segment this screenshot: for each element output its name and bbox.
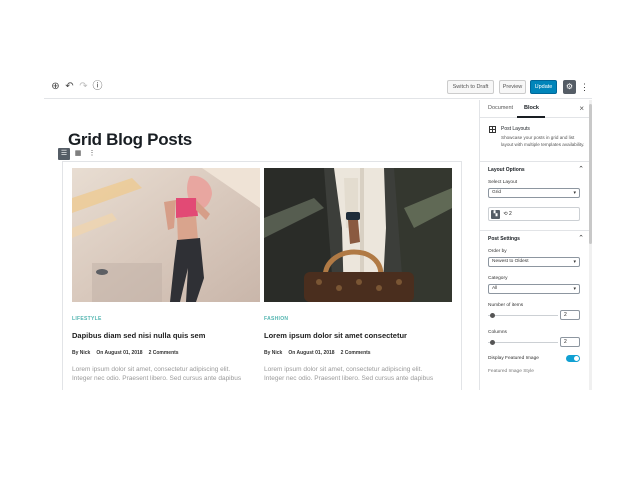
chevron-down-icon: ▾ xyxy=(573,286,576,292)
chevron-up-icon[interactable]: ⌃ xyxy=(578,165,584,173)
select-layout-dropdown[interactable]: Grid ▾ xyxy=(488,188,580,198)
order-by-label: Order by xyxy=(488,249,507,254)
display-featured-image-toggle[interactable] xyxy=(566,355,580,362)
undo-icon[interactable]: ↶ xyxy=(64,81,75,92)
grid-view-icon[interactable]: ▦ xyxy=(72,148,84,160)
tab-document[interactable]: Document xyxy=(488,105,513,111)
vertical-ellipsis-icon[interactable]: ⋮ xyxy=(580,80,589,94)
layout-options-header[interactable]: Layout Options ⌃ xyxy=(480,162,592,178)
preview-button[interactable]: Preview xyxy=(499,80,526,94)
plus-circle-icon[interactable]: ⊕ xyxy=(50,81,61,92)
columns-label: Columns xyxy=(488,330,507,335)
redo-icon[interactable]: ↷ xyxy=(78,81,89,92)
post-author[interactable]: By Nick xyxy=(264,350,282,356)
post-excerpt-line: Lorem ipsum dolor sit amet, consectetur … xyxy=(264,366,423,373)
list-view-icon[interactable]: ☰ xyxy=(58,148,70,160)
settings-sidebar: Document Block × Post Layouts Showcase y… xyxy=(479,100,592,390)
slider-handle[interactable] xyxy=(490,313,495,318)
sidebar-tabs: Document Block × xyxy=(480,100,592,118)
fashion-handbag-image xyxy=(264,168,452,302)
block-description: Showcase your posts in grid and list lay… xyxy=(501,135,585,147)
display-featured-image-label: Display Featured Image xyxy=(488,356,539,361)
post-title-link[interactable]: Lorem ipsum dolor sit amet consectetur xyxy=(264,331,452,340)
select-layout-label: Select Layout xyxy=(488,180,518,185)
info-icon[interactable]: ⓘ xyxy=(92,81,103,92)
post-date: On August 01, 2018 xyxy=(288,350,335,356)
post-featured-image[interactable] xyxy=(264,168,452,302)
grid-layout-icon[interactable]: ▚ xyxy=(491,210,500,219)
chevron-down-icon: ▾ xyxy=(573,190,576,196)
slider-handle[interactable] xyxy=(490,340,495,345)
toggle-knob xyxy=(574,356,579,361)
columns-input[interactable]: 2 xyxy=(560,337,580,347)
editor-toolbar: ⊕ ↶ ↷ ⓘ Switch to Draft Preview Update ⚙… xyxy=(44,74,592,99)
layout-options-panel: Layout Options ⌃ Select Layout Grid ▾ ▚ … xyxy=(480,162,592,231)
post-settings-panel: Post Settings ⌃ Order by Newest to Oldes… xyxy=(480,231,592,381)
chevron-down-icon: ▾ xyxy=(573,259,576,265)
post-card[interactable]: FASHION Lorem ipsum dolor sit amet conse… xyxy=(264,168,452,383)
post-excerpt-line: Lorem ipsum dolor sit amet, consectetur … xyxy=(72,366,231,373)
post-comments[interactable]: 2 Comments xyxy=(341,350,371,356)
scrollbar-thumb[interactable] xyxy=(589,104,592,244)
block-name: Post Layouts xyxy=(501,126,530,132)
more-options-icon[interactable]: ⋮ xyxy=(86,148,98,160)
post-excerpt: Lorem ipsum dolor sit amet, consectetur … xyxy=(72,365,260,383)
number-of-items-slider[interactable] xyxy=(488,313,558,318)
post-category[interactable]: FASHION xyxy=(264,316,452,322)
sidebar-scrollbar[interactable] xyxy=(589,100,592,390)
post-settings-header[interactable]: Post Settings ⌃ xyxy=(480,231,592,247)
post-category[interactable]: LIFESTYLE xyxy=(72,316,260,322)
post-excerpt-line: Integer nec odio. Praesent libero. Sed c… xyxy=(264,375,434,382)
category-dropdown[interactable]: All ▾ xyxy=(488,284,580,294)
select-layout-value: Grid xyxy=(492,190,502,195)
post-card[interactable]: LIFESTYLE Dapibus diam sed nisi nulla qu… xyxy=(72,168,260,383)
panel-title: Post Settings xyxy=(488,236,520,242)
switch-to-draft-button[interactable]: Switch to Draft xyxy=(447,80,494,94)
order-by-dropdown[interactable]: Newest to Oldest ▾ xyxy=(488,257,580,267)
post-comments[interactable]: 2 Comments xyxy=(149,350,179,356)
close-icon[interactable]: × xyxy=(579,104,584,113)
category-value: All xyxy=(492,286,498,291)
featured-image-style-label: Featured Image Style xyxy=(488,369,534,374)
post-date: On August 01, 2018 xyxy=(96,350,143,356)
panel-title: Layout Options xyxy=(488,167,525,173)
editor-canvas: Grid Blog Posts ☰ ▦ ⋮ LIFESTYLE Dapibus … xyxy=(44,100,479,390)
post-title-link[interactable]: Dapibus diam sed nisi nulla quis sem xyxy=(72,331,260,340)
gear-icon[interactable]: ⚙ xyxy=(563,80,576,94)
block-info: Post Layouts Showcase your posts in grid… xyxy=(480,118,592,162)
post-meta: By Nick On August 01, 2018 2 Comments xyxy=(264,350,452,356)
order-by-value: Newest to Oldest xyxy=(492,259,529,264)
layout-count: 2 xyxy=(509,211,512,217)
block-editor: ⊕ ↶ ↷ ⓘ Switch to Draft Preview Update ⚙… xyxy=(44,74,592,390)
post-excerpt-line: Integer nec odio. Praesent libero. Sed c… xyxy=(72,375,242,382)
columns-slider[interactable] xyxy=(488,340,558,345)
tab-block[interactable]: Block xyxy=(524,105,539,111)
update-button[interactable]: Update xyxy=(530,80,557,94)
post-title[interactable]: Grid Blog Posts xyxy=(68,130,192,150)
post-featured-image[interactable] xyxy=(72,168,260,302)
post-excerpt: Lorem ipsum dolor sit amet, consectetur … xyxy=(264,365,452,383)
post-author[interactable]: By Nick xyxy=(72,350,90,356)
chevron-up-icon[interactable]: ⌃ xyxy=(578,234,584,242)
fitness-woman-image xyxy=(72,168,260,302)
block-toolbar: ☰ ▦ ⋮ xyxy=(58,148,98,161)
category-label: Category xyxy=(488,276,508,281)
post-meta: By Nick On August 01, 2018 2 Comments xyxy=(72,350,260,356)
grid-block-icon xyxy=(489,126,496,133)
layout-template-picker: ▚ ⟲ 2 xyxy=(488,207,580,221)
number-of-items-label: Number of items xyxy=(488,303,524,308)
number-of-items-input[interactable]: 2 xyxy=(560,310,580,320)
